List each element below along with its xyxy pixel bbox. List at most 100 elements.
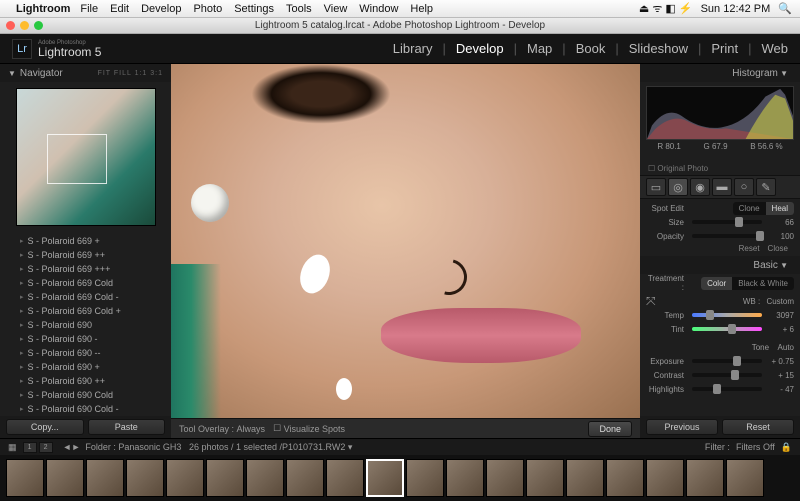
original-photo-toggle[interactable]: ☐ Original Photo <box>640 162 800 175</box>
reset-button[interactable]: Reset <box>722 419 794 435</box>
filmstrip-thumb[interactable] <box>446 459 484 497</box>
tint-slider[interactable] <box>692 327 762 331</box>
highlights-slider[interactable] <box>692 387 762 391</box>
heal-spot[interactable] <box>336 378 352 400</box>
preset-item[interactable]: S - Polaroid 669 Cold + <box>6 304 165 318</box>
filmstrip[interactable] <box>0 455 800 501</box>
auto-tone[interactable]: Auto <box>778 343 794 352</box>
preset-item[interactable]: S - Polaroid 690 - <box>6 332 165 346</box>
navigator-header[interactable]: ▼ Navigator FIT FILL 1:1 3:1 <box>0 64 171 82</box>
preset-item[interactable]: S - Polaroid 669 +++ <box>6 262 165 276</box>
treatment-color[interactable]: Color <box>701 277 732 290</box>
preset-item[interactable]: S - Polaroid 690 Cold <box>6 388 165 402</box>
treatment-bw[interactable]: Black & White <box>732 277 794 290</box>
size-slider[interactable] <box>692 220 762 224</box>
navigator-thumb[interactable] <box>0 82 171 232</box>
menu-edit[interactable]: Edit <box>110 3 129 15</box>
tool-overlay-value[interactable]: Always <box>237 424 266 434</box>
menu-window[interactable]: Window <box>359 3 398 15</box>
exposure-slider[interactable] <box>692 359 762 363</box>
preset-item[interactable]: S - Polaroid 690 <box>6 318 165 332</box>
spotlight-icon[interactable]: 🔍 <box>778 2 792 15</box>
zoom-window-button[interactable] <box>34 21 43 30</box>
module-map[interactable]: Map <box>527 41 552 56</box>
module-book[interactable]: Book <box>576 41 606 56</box>
module-print[interactable]: Print <box>711 41 738 56</box>
filmstrip-thumb[interactable] <box>406 459 444 497</box>
spot-close[interactable]: Close <box>768 244 788 253</box>
eyedropper-icon[interactable]: ⤧ <box>646 294 656 309</box>
module-library[interactable]: Library <box>393 41 433 56</box>
crop-indicator[interactable] <box>47 134 107 184</box>
menu-view[interactable]: View <box>324 3 348 15</box>
filmstrip-thumb[interactable] <box>326 459 364 497</box>
menu-help[interactable]: Help <box>410 3 433 15</box>
menu-tools[interactable]: Tools <box>286 3 312 15</box>
histogram-header[interactable]: Histogram ▼ <box>640 64 800 82</box>
filmstrip-thumb[interactable] <box>86 459 124 497</box>
preset-item[interactable]: S - Polaroid 690 ++ <box>6 374 165 388</box>
filmstrip-thumb[interactable] <box>606 459 644 497</box>
close-window-button[interactable] <box>6 21 15 30</box>
nav-back-icon[interactable]: ◄ <box>63 442 72 452</box>
preset-item[interactable]: S - Polaroid 669 ++ <box>6 248 165 262</box>
heal-spot[interactable] <box>295 250 335 297</box>
photo-canvas[interactable] <box>171 64 640 418</box>
preset-item[interactable]: S - Polaroid 669 Cold <box>6 276 165 290</box>
spot-reset[interactable]: Reset <box>739 244 760 253</box>
previous-button[interactable]: Previous <box>646 419 718 435</box>
filmstrip-thumb[interactable] <box>286 459 324 497</box>
opacity-slider[interactable] <box>692 234 762 238</box>
preset-item[interactable]: S - Polaroid 669 + <box>6 234 165 248</box>
gradient-tool[interactable]: ▬ <box>712 178 732 196</box>
filmstrip-thumb[interactable] <box>726 459 764 497</box>
filmstrip-thumb[interactable] <box>6 459 44 497</box>
preset-item[interactable]: S - Polaroid 690 + <box>6 360 165 374</box>
page-2[interactable]: 2 <box>39 442 53 453</box>
filmstrip-thumb[interactable] <box>126 459 164 497</box>
heal-toggle[interactable]: Heal <box>766 202 794 215</box>
filmstrip-thumb[interactable] <box>486 459 524 497</box>
visualize-spots[interactable]: Visualize Spots <box>284 424 345 434</box>
module-web[interactable]: Web <box>762 41 789 56</box>
temp-slider[interactable] <box>692 313 762 317</box>
minimize-window-button[interactable] <box>20 21 29 30</box>
grid-icon[interactable]: ▦ <box>8 442 17 453</box>
histogram[interactable]: R 80.1 G 67.9 B 56.6 % <box>640 82 800 162</box>
page-1[interactable]: 1 <box>23 442 37 453</box>
brush-tool[interactable]: ✎ <box>756 178 776 196</box>
nav-fwd-icon[interactable]: ► <box>71 442 80 452</box>
preset-item[interactable]: S - Polaroid 690 -- <box>6 346 165 360</box>
redeye-tool[interactable]: ◉ <box>690 178 710 196</box>
lock-icon[interactable]: 🔒 <box>781 442 792 453</box>
menu-develop[interactable]: Develop <box>141 3 181 15</box>
filmstrip-thumb[interactable] <box>206 459 244 497</box>
menu-photo[interactable]: Photo <box>193 3 222 15</box>
preset-item[interactable]: S - Polaroid 669 Cold - <box>6 290 165 304</box>
wifi-icon[interactable]: ⏏ ᯤ ◧ ⚡ <box>639 1 693 16</box>
folder-label[interactable]: Folder : Panasonic GH3 <box>85 442 181 452</box>
module-develop[interactable]: Develop <box>456 41 504 56</box>
filters-off[interactable]: Filters Off <box>736 442 775 452</box>
crop-tool[interactable]: ▭ <box>646 178 666 196</box>
menu-settings[interactable]: Settings <box>234 3 274 15</box>
filmstrip-thumb[interactable] <box>46 459 84 497</box>
copy-button[interactable]: Copy... <box>6 419 84 435</box>
clone-toggle[interactable]: Clone <box>733 202 766 215</box>
menu-file[interactable]: File <box>80 3 98 15</box>
basic-header[interactable]: Basic ▼ <box>640 256 800 274</box>
radial-tool[interactable]: ○ <box>734 178 754 196</box>
module-slideshow[interactable]: Slideshow <box>629 41 688 56</box>
preset-item[interactable]: S - Polaroid 690 Cold - <box>6 402 165 416</box>
filmstrip-thumb[interactable] <box>526 459 564 497</box>
done-button[interactable]: Done <box>588 421 632 437</box>
app-name[interactable]: Lightroom <box>16 3 70 15</box>
navigator-modes[interactable]: FIT FILL 1:1 3:1 <box>98 70 163 77</box>
filmstrip-thumb[interactable] <box>646 459 684 497</box>
filmstrip-thumb[interactable] <box>566 459 604 497</box>
contrast-slider[interactable] <box>692 373 762 377</box>
spot-tool[interactable]: ◎ <box>668 178 688 196</box>
filmstrip-thumb[interactable] <box>246 459 284 497</box>
filmstrip-thumb[interactable] <box>686 459 724 497</box>
filmstrip-thumb[interactable] <box>366 459 404 497</box>
